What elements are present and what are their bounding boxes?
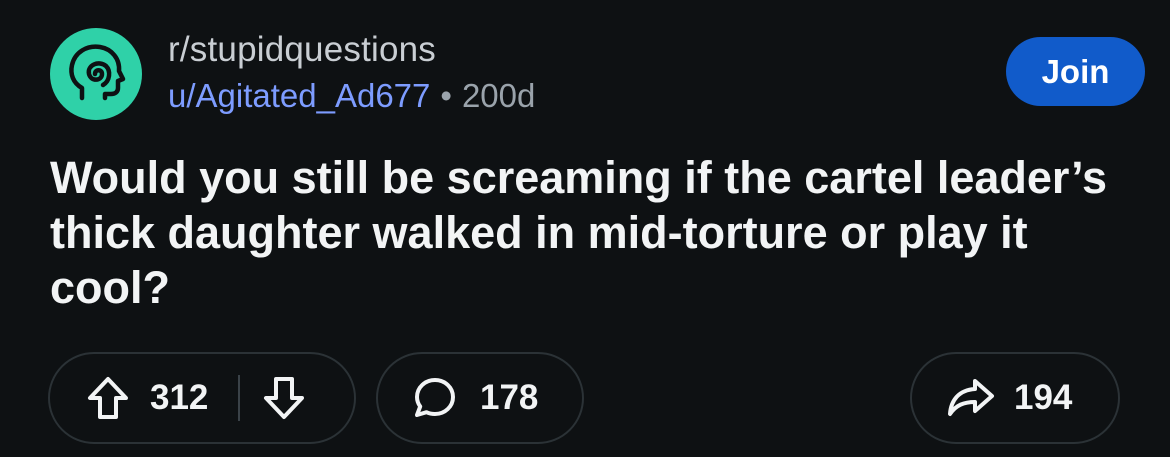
subreddit-name[interactable]: r/stupidquestions xyxy=(168,30,436,70)
vote-divider xyxy=(238,375,241,421)
share-count: 194 xyxy=(1014,378,1073,417)
downvote-arrow-icon[interactable] xyxy=(262,374,306,422)
post-title[interactable]: Would you still be screaming if the cart… xyxy=(50,150,1130,315)
comments-button[interactable]: 178 xyxy=(376,352,584,444)
post-meta: u/Agitated_Ad677 • 200d xyxy=(168,76,535,116)
author-username[interactable]: u/Agitated_Ad677 xyxy=(168,77,430,114)
subreddit-avatar-icon xyxy=(60,38,132,110)
post-age: 200d xyxy=(461,77,536,114)
comment-bubble-icon xyxy=(412,375,458,421)
join-button[interactable]: Join xyxy=(1006,37,1145,106)
meta-separator: • xyxy=(440,77,452,114)
upvote-arrow-icon[interactable] xyxy=(86,374,130,422)
subreddit-avatar[interactable] xyxy=(50,28,142,120)
upvote-count: 312 xyxy=(150,378,209,417)
share-arrow-icon xyxy=(946,375,996,421)
comment-count: 178 xyxy=(480,378,539,417)
share-button[interactable]: 194 xyxy=(910,352,1120,444)
vote-bar: 312 xyxy=(48,352,356,444)
